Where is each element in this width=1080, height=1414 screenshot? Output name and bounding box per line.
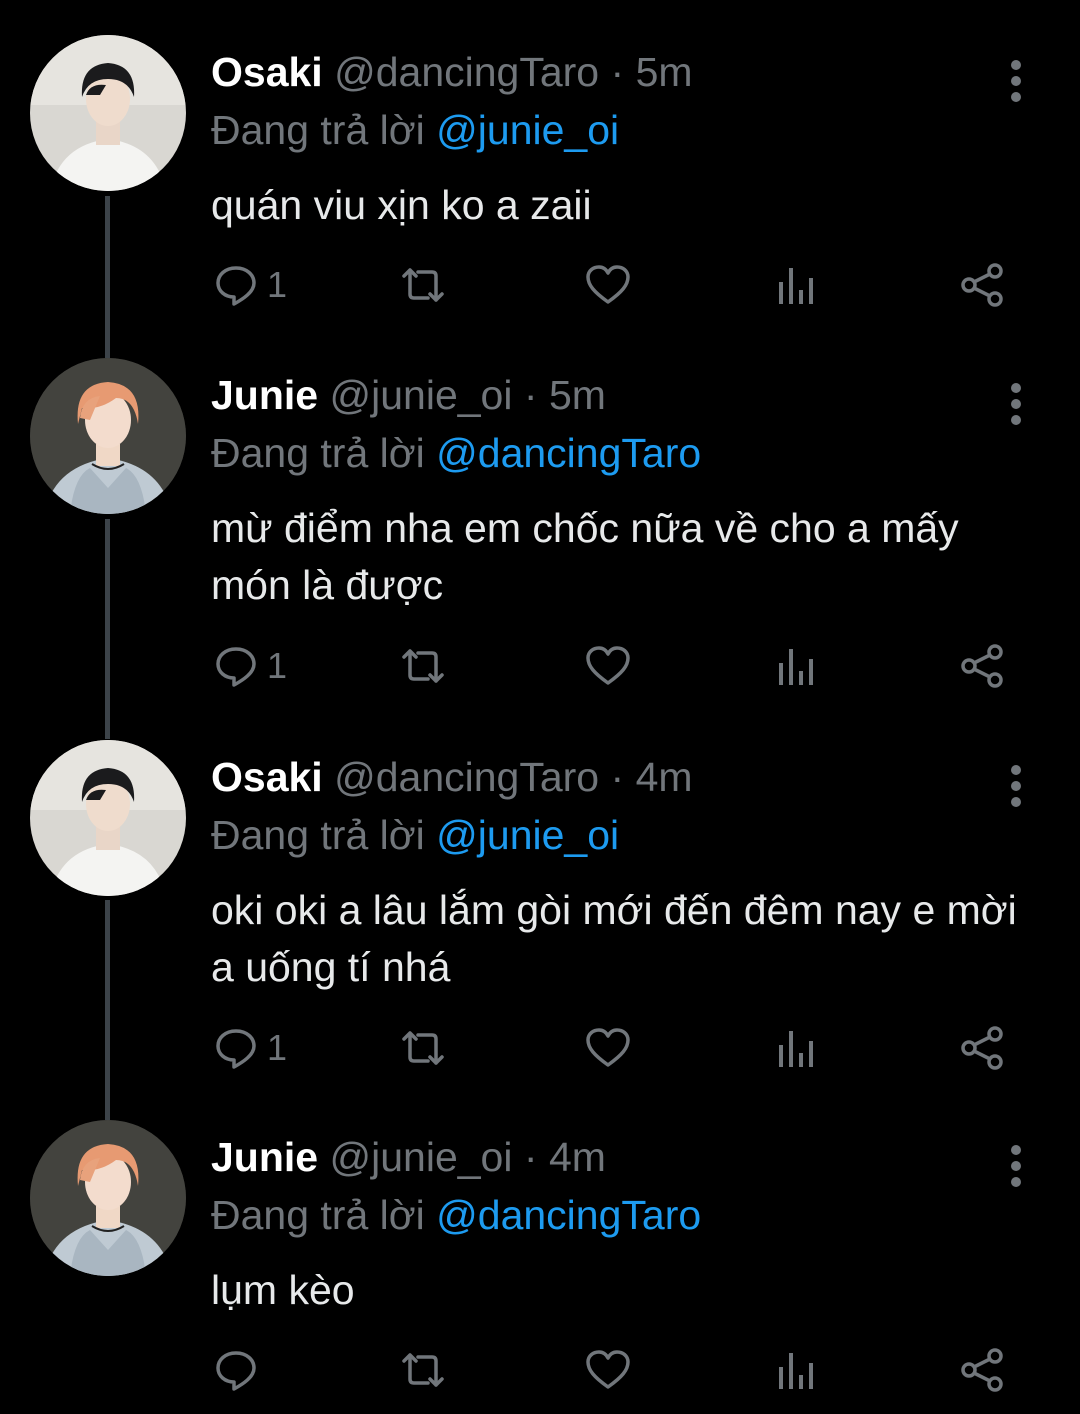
like-button[interactable] — [584, 1342, 632, 1398]
views-button[interactable] — [776, 257, 816, 313]
views-button[interactable] — [776, 1342, 816, 1398]
vertical-dots-icon[interactable] — [1006, 53, 1026, 113]
vertical-dots-icon[interactable] — [1006, 1138, 1026, 1198]
replying-to-handle[interactable]: @junie_oi — [436, 107, 619, 153]
reply-button[interactable] — [213, 1342, 267, 1398]
tweet-text: oki oki a lâu lắm gòi mới đến đêm nay e … — [211, 887, 1017, 990]
share-button[interactable] — [958, 638, 1006, 694]
share-button[interactable] — [958, 1342, 1006, 1398]
separator-dot: · — [523, 1134, 538, 1180]
vertical-dots-icon[interactable] — [1006, 758, 1026, 818]
retweet-button[interactable] — [398, 638, 448, 694]
replying-to-handle[interactable]: @dancingTaro — [436, 1192, 701, 1238]
share-icon — [958, 643, 1006, 689]
conversation-thread: Osaki @dancingTaro · 5m Đang trả lời @ju… — [0, 0, 1080, 1414]
retweet-icon — [398, 1025, 448, 1071]
speech-bubble-icon — [213, 262, 259, 308]
replying-to: Đang trả lời @junie_oi — [211, 810, 619, 860]
tweet-text: mừ điểm nha em chốc nữa về cho a mấy món… — [211, 505, 959, 608]
heart-icon — [584, 1025, 632, 1071]
retweet-icon — [398, 1347, 448, 1393]
avatar[interactable] — [30, 35, 186, 191]
user-handle[interactable]: @junie_oi — [330, 372, 513, 418]
retweet-button[interactable] — [398, 1342, 448, 1398]
vertical-dots-icon[interactable] — [1006, 376, 1026, 436]
tweet[interactable]: Osaki @dancingTaro · 4m Đang trả lời @ju… — [0, 740, 1080, 1100]
timestamp[interactable]: 4m — [636, 754, 693, 800]
views-button[interactable] — [776, 1020, 816, 1076]
replying-to-label: Đang trả lời — [211, 107, 425, 153]
tweet-actions: 1 — [0, 1020, 1080, 1076]
display-name[interactable]: Osaki — [211, 49, 323, 95]
separator-dot: · — [523, 372, 538, 418]
display-name[interactable]: Osaki — [211, 754, 323, 800]
timestamp[interactable]: 4m — [549, 1134, 606, 1180]
speech-bubble-icon — [213, 1025, 259, 1071]
share-button[interactable] — [958, 1020, 1006, 1076]
tweet-text: lụm kèo — [211, 1267, 355, 1313]
display-name[interactable]: Junie — [211, 1134, 318, 1180]
reply-count: 1 — [267, 645, 288, 686]
reply-button[interactable]: 1 — [213, 1020, 287, 1076]
avatar[interactable] — [30, 358, 186, 514]
replying-to-handle[interactable]: @dancingTaro — [436, 430, 701, 476]
timestamp[interactable]: 5m — [549, 372, 606, 418]
like-button[interactable] — [584, 638, 632, 694]
reply-count: 1 — [267, 264, 288, 305]
like-button[interactable] — [584, 1020, 632, 1076]
reply-button[interactable]: 1 — [213, 638, 287, 694]
separator-dot: · — [610, 754, 625, 800]
share-icon — [958, 262, 1006, 308]
user-handle[interactable]: @dancingTaro — [334, 49, 599, 95]
share-icon — [958, 1347, 1006, 1393]
speech-bubble-icon — [213, 1347, 259, 1393]
share-button[interactable] — [958, 257, 1006, 313]
tweet-text: quán viu xịn ko a zaii — [211, 182, 592, 228]
replying-to-handle[interactable]: @junie_oi — [436, 812, 619, 858]
views-button[interactable] — [776, 638, 816, 694]
like-button[interactable] — [584, 257, 632, 313]
tweet[interactable]: Junie @junie_oi · 5m Đang trả lời @danci… — [0, 358, 1080, 718]
tweet-actions — [0, 1342, 1080, 1398]
bar-chart-icon — [776, 1347, 816, 1393]
tweet[interactable]: Junie @junie_oi · 4m Đang trả lời @danci… — [0, 1120, 1080, 1414]
replying-to: Đang trả lời @dancingTaro — [211, 1190, 701, 1240]
tweet-actions: 1 — [0, 638, 1080, 694]
heart-icon — [584, 1347, 632, 1393]
speech-bubble-icon — [213, 643, 259, 689]
bar-chart-icon — [776, 1025, 816, 1071]
display-name[interactable]: Junie — [211, 372, 318, 418]
tweet-header: Osaki @dancingTaro · 4m — [211, 752, 693, 802]
separator-dot: · — [610, 49, 625, 95]
avatar[interactable] — [30, 740, 186, 896]
share-icon — [958, 1025, 1006, 1071]
retweet-button[interactable] — [398, 1020, 448, 1076]
replying-to-label: Đang trả lời — [211, 430, 425, 476]
retweet-button[interactable] — [398, 257, 448, 313]
heart-icon — [584, 643, 632, 689]
bar-chart-icon — [776, 643, 816, 689]
reply-button[interactable]: 1 — [213, 257, 287, 313]
replying-to-label: Đang trả lời — [211, 1192, 425, 1238]
timestamp[interactable]: 5m — [636, 49, 693, 95]
tweet-actions: 1 — [0, 257, 1080, 313]
retweet-icon — [398, 262, 448, 308]
replying-to-label: Đang trả lời — [211, 812, 425, 858]
replying-to: Đang trả lời @junie_oi — [211, 105, 619, 155]
replying-to: Đang trả lời @dancingTaro — [211, 428, 701, 478]
user-handle[interactable]: @junie_oi — [330, 1134, 513, 1180]
retweet-icon — [398, 643, 448, 689]
user-handle[interactable]: @dancingTaro — [334, 754, 599, 800]
tweet-header: Junie @junie_oi · 5m — [211, 370, 606, 420]
tweet-header: Junie @junie_oi · 4m — [211, 1132, 606, 1182]
heart-icon — [584, 262, 632, 308]
reply-count: 1 — [267, 1027, 288, 1068]
avatar[interactable] — [30, 1120, 186, 1276]
bar-chart-icon — [776, 262, 816, 308]
tweet[interactable]: Osaki @dancingTaro · 5m Đang trả lời @ju… — [0, 35, 1080, 335]
tweet-header: Osaki @dancingTaro · 5m — [211, 47, 693, 97]
